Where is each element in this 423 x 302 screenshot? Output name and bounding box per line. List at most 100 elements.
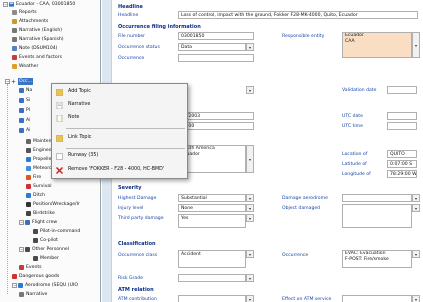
tree-item[interactable]: Events <box>19 264 42 271</box>
highest-damage-select[interactable]: Substantial <box>178 194 246 202</box>
tree-item-label: Si <box>26 98 31 103</box>
chevron-down-icon[interactable]: ▾ <box>246 274 254 282</box>
collapse-toggle-icon[interactable]: − <box>12 283 17 288</box>
collapse-toggle-icon[interactable]: − <box>3 2 8 7</box>
tree-item[interactable]: − Flight crew <box>19 219 57 226</box>
context-link-topic[interactable]: Link Topic <box>52 132 187 144</box>
tree-item[interactable]: Position/Wreckage/Ir <box>26 201 80 208</box>
tree-item[interactable]: − Other Personnel <box>19 246 69 253</box>
headline-field[interactable]: Loss of control, impact with the ground,… <box>178 11 418 19</box>
tree-item-label: Events <box>26 265 42 270</box>
tree-item[interactable]: Member <box>33 255 59 262</box>
occurrence-category-field[interactable]: EVAC: Evacuation F-POST: Fire/smoke <box>342 250 412 268</box>
section-headline: Headline <box>118 4 143 10</box>
context-add-topic[interactable]: Add Topic <box>52 86 187 98</box>
people-icon <box>25 247 30 252</box>
add-topic-icon <box>56 89 63 96</box>
tree-item[interactable]: − Aerodrome (SEQU (UIO <box>12 282 78 289</box>
utc-date-field[interactable] <box>387 112 417 120</box>
longitude-field[interactable]: 78:29:00 W <box>387 170 417 178</box>
third-party-select[interactable]: Yes <box>178 214 246 228</box>
tree-item[interactable]: Pl <box>19 107 30 114</box>
weather-icon <box>12 64 17 69</box>
tree-item[interactable]: Pilot-in-command <box>33 228 80 235</box>
damage-aerodrome-select[interactable] <box>342 194 412 202</box>
tree-item[interactable]: Na <box>19 87 32 94</box>
occurrence-label: Occurrence <box>118 56 145 61</box>
context-note[interactable]: Note <box>52 112 187 124</box>
tree-item[interactable]: Narrative (Spanish) <box>12 36 64 43</box>
chevron-down-icon[interactable]: ▾ <box>246 145 254 173</box>
tree-item[interactable]: Weather <box>12 63 38 70</box>
crew-icon <box>25 220 30 225</box>
tree-item[interactable]: Note (DSUM104) <box>12 45 57 52</box>
tree-item-label: Other Personnel <box>32 247 69 252</box>
chevron-down-icon[interactable]: ▾ <box>246 214 254 222</box>
location-label: Location of <box>342 152 368 157</box>
aerodrome-icon <box>18 283 23 288</box>
chevron-down-icon[interactable]: ▾ <box>412 250 420 258</box>
narrative-icon <box>56 102 63 109</box>
context-remove[interactable]: Remove 'FOKKER - F28 - 4000, HC-BMD' <box>52 164 187 176</box>
tree-item[interactable]: Ai <box>19 117 30 124</box>
chevron-down-icon[interactable]: ▾ <box>246 204 254 212</box>
state-area-field[interactable]: South America Ecuador <box>178 145 246 173</box>
chevron-down-icon[interactable]: ▾ <box>246 250 254 258</box>
chevron-down-icon[interactable]: ▾ <box>246 43 254 51</box>
tree-item-label: Survival <box>33 184 52 189</box>
occurrence-class-field[interactable]: Accident <box>178 250 246 268</box>
injury-level-select[interactable]: None <box>178 204 246 212</box>
context-menu[interactable]: Add Topic Narrative Note Link Topic Runw… <box>51 83 188 179</box>
tree-item[interactable]: Attachments <box>12 18 48 25</box>
object-damaged-field[interactable] <box>342 204 412 228</box>
collapse-toggle-icon[interactable]: − <box>19 220 24 225</box>
tree-item[interactable]: Si <box>19 97 30 104</box>
runway-icon <box>56 153 63 160</box>
chevron-down-icon[interactable]: ▾ <box>412 295 420 302</box>
tree-item[interactable]: Birdstrike <box>26 210 55 217</box>
tree-item[interactable]: Reports <box>12 9 37 16</box>
occurrence-field[interactable] <box>178 54 254 62</box>
file-number-field[interactable]: 03001850 <box>178 32 254 40</box>
occurrence-class-label: Occurrence class <box>118 253 158 258</box>
context-item-label: Note <box>68 115 80 120</box>
chevron-down-icon[interactable]: ▾ <box>246 86 254 94</box>
tree-item[interactable]: Ditch <box>26 192 45 199</box>
risk-grade-select[interactable] <box>178 274 246 282</box>
tree-item[interactable]: Survival <box>26 183 52 190</box>
tree-item[interactable]: Ai <box>19 127 30 134</box>
collapse-toggle-icon[interactable]: − <box>19 247 24 252</box>
latitude-field[interactable]: 0:07:00 S <box>387 160 417 168</box>
tree-item[interactable]: Events and factors <box>12 54 62 61</box>
chevron-down-icon[interactable]: ▾ <box>412 32 420 58</box>
atm-contribution-select[interactable] <box>178 295 246 302</box>
tree-item[interactable]: Engines <box>26 147 51 154</box>
tree-item-occurrence-selected[interactable]: − Occ... <box>5 78 34 85</box>
chevron-down-icon[interactable]: ▾ <box>246 295 254 302</box>
tree-item[interactable]: Dangerous goods <box>12 273 59 280</box>
entity-field[interactable]: Ecuador CAA <box>342 32 412 58</box>
local-time-field[interactable]: 00:00 <box>178 122 254 130</box>
tree-item[interactable]: Narrative (English) <box>12 27 62 34</box>
aircraft-icon <box>11 79 16 84</box>
local-date-field[interactable]: 01/2003 <box>178 112 254 120</box>
chevron-down-icon[interactable]: ▾ <box>412 194 420 202</box>
tree-root[interactable]: − Ecuador - CAA, 03001850 <box>3 1 75 8</box>
tree-item[interactable]: Co-pilot <box>33 237 58 244</box>
context-runway[interactable]: Runway (35) <box>52 150 187 162</box>
context-narrative[interactable]: Narrative <box>52 99 187 111</box>
chevron-down-icon[interactable]: ▾ <box>412 204 420 212</box>
chevron-down-icon[interactable]: ▾ <box>246 194 254 202</box>
narrative-icon <box>12 37 17 42</box>
utc-time-field[interactable] <box>387 122 417 130</box>
tree-item[interactable]: Fire <box>26 174 41 181</box>
tree-item[interactable]: Narrative <box>19 291 47 298</box>
status-label: Occurrence status <box>118 45 160 50</box>
validation-date-field[interactable] <box>387 86 417 94</box>
location-field[interactable]: QUITO <box>387 150 417 158</box>
tree-item-label: Ai <box>26 118 31 123</box>
atm-effect-select[interactable] <box>342 295 412 302</box>
ditch-icon <box>26 193 31 198</box>
status-select[interactable]: Data <box>178 43 246 51</box>
person-icon <box>33 238 38 243</box>
